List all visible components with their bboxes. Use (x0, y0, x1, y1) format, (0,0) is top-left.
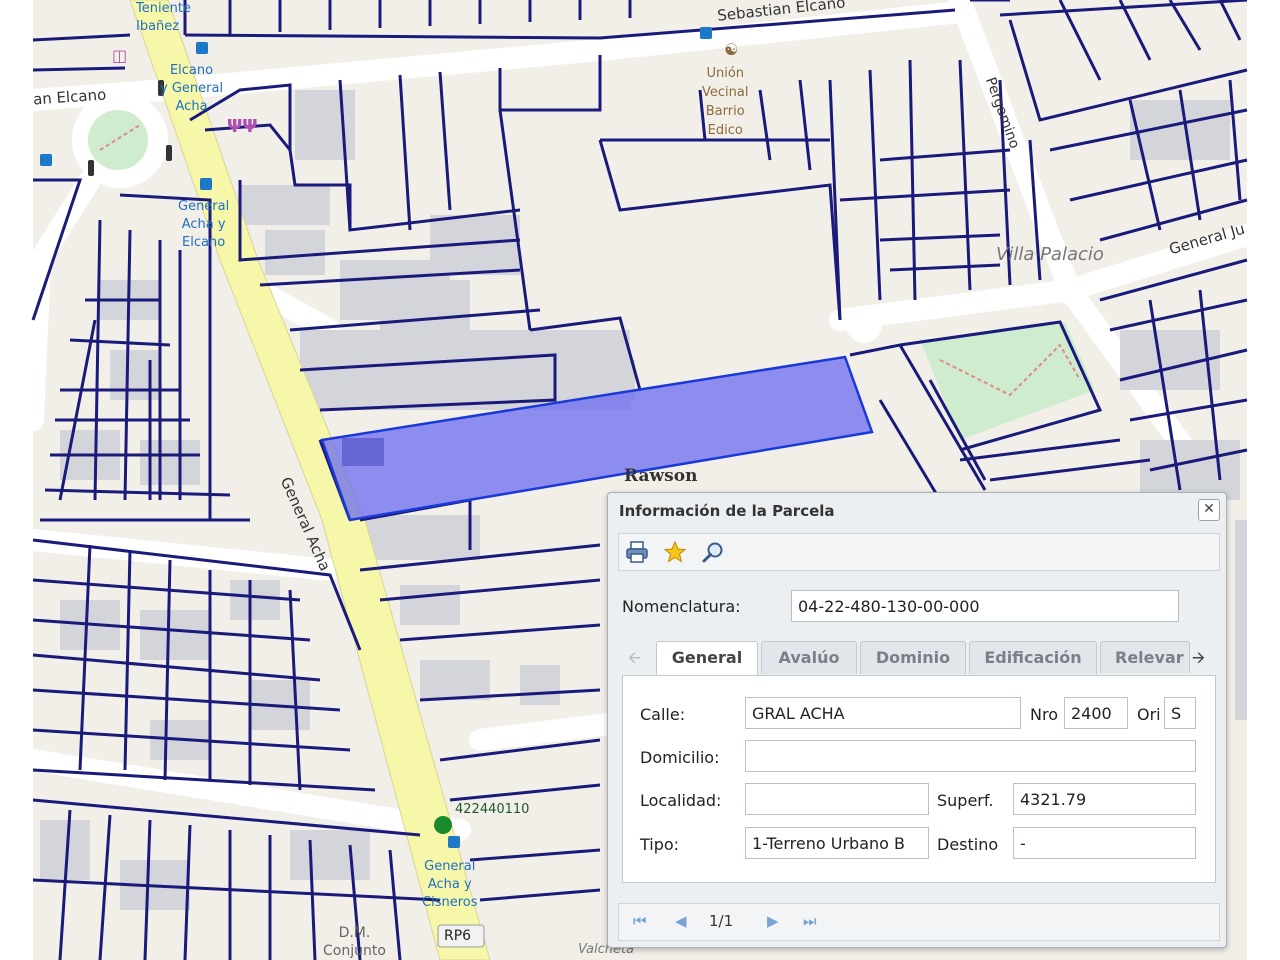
nomenclatura-field[interactable]: 04-22-480-130-00-000 (791, 590, 1179, 622)
tab-general[interactable]: General (656, 641, 758, 676)
poi-line: Acha y (181, 217, 226, 232)
ori-label: Ori (1137, 705, 1161, 724)
prev-page-icon[interactable]: ◀ (675, 912, 687, 930)
poi-general-acha-y-elcano: General Acha y Elcano (178, 198, 229, 252)
calle-label: Calle: (640, 705, 686, 724)
poi-line: Acha y (427, 877, 472, 892)
poi-line: Elcano (182, 235, 226, 250)
tab-scroll-left-icon[interactable]: 🡨 (628, 647, 641, 674)
tab-avaluo[interactable]: Avalúo (761, 641, 857, 674)
road-shield-rp6: RP6 (444, 928, 472, 944)
poi-general-acha-y-cisneros: General Acha y Cisneros (422, 858, 478, 912)
poi-line: D.M. (338, 925, 371, 941)
nro-label: Nro (1030, 705, 1058, 724)
poi-line: Cisneros (422, 895, 478, 910)
shopping-basket-icon[interactable]: ◫ (112, 46, 127, 65)
poi-line: Edico (707, 123, 743, 138)
restaurant-icon[interactable]: ΨΨ (227, 116, 258, 137)
poi-line: Teniente (136, 1, 191, 16)
star-icon[interactable] (663, 540, 687, 564)
poi-line: Acha (175, 99, 208, 114)
poi-teniente-ibanez: Teniente Ibañez (136, 0, 191, 36)
poi-line: Barrio (705, 104, 745, 119)
poi-line: Vecinal (702, 85, 749, 100)
bus-stop-icon[interactable] (196, 42, 208, 54)
ori-field[interactable]: S (1164, 697, 1196, 729)
dialog-toolbar (618, 533, 1220, 571)
place-label-rawson: Rawson (624, 466, 698, 486)
poi-union-vecinal: Unión Vecinal Barrio Edico (702, 64, 748, 140)
localidad-field[interactable] (745, 783, 929, 815)
poi-line: General (178, 199, 230, 214)
domicilio-label: Domicilio: (640, 748, 720, 767)
poi-line: General (424, 859, 476, 874)
nomenclatura-label: Nomenclatura: (622, 597, 741, 616)
pager-toolbar: ⏮ ◀ 1/1 ▶ ⏭ (618, 903, 1220, 941)
general-tab-panel: Calle: GRAL ACHA Nro 2400 Ori S Domicili… (622, 675, 1216, 883)
tab-edificacion[interactable]: Edificación (969, 641, 1097, 674)
calle-field[interactable]: GRAL ACHA (745, 697, 1021, 729)
destino-label: Destino (937, 835, 999, 854)
poi-line: Ibañez (136, 19, 180, 34)
parcel-info-dialog[interactable]: Información de la Parcela ✕ Nomenclatura… (607, 492, 1227, 948)
superf-label: Superf. (937, 791, 994, 810)
superf-field[interactable]: 4321.79 (1013, 783, 1196, 815)
place-label-villa-palacio: Villa Palacio (996, 244, 1104, 265)
dialog-title: Información de la Parcela (619, 502, 835, 520)
tab-bar: 🡨 General Avalúo Dominio Edificación Rel… (622, 641, 1214, 676)
bus-stop-icon[interactable] (448, 836, 460, 848)
tab-dominio[interactable]: Dominio (860, 641, 966, 674)
bus-stop-code: 422440110 (455, 802, 530, 817)
print-icon[interactable] (625, 540, 649, 564)
bus-stop-icon[interactable] (700, 27, 712, 39)
destino-field[interactable]: - (1013, 827, 1196, 859)
localidad-label: Localidad: (640, 791, 722, 810)
domicilio-field[interactable] (745, 740, 1196, 772)
bus-stop-icon[interactable] (40, 154, 52, 166)
poi-line: Unión (706, 66, 745, 81)
zoom-icon[interactable] (701, 540, 725, 564)
poi-line: Elcano (169, 63, 214, 78)
tipo-field[interactable]: 1-Terreno Urbano B (745, 827, 929, 859)
bus-stop-icon[interactable] (200, 178, 212, 190)
poi-elcano-y-general-acha: Elcano y General Acha (160, 62, 223, 116)
tab-scroll-right-icon[interactable]: 🡪 (1192, 647, 1205, 674)
tab-relevar[interactable]: Relevar (1100, 641, 1190, 673)
poi-line: Conjunto (323, 943, 386, 959)
nro-field[interactable]: 2400 (1064, 697, 1128, 729)
last-page-icon[interactable]: ⏭ (803, 912, 817, 930)
first-page-icon[interactable]: ⏮ (633, 912, 647, 930)
poi-dm-conjunto: D.M. Conjunto (323, 924, 386, 960)
next-page-icon[interactable]: ▶ (767, 912, 779, 930)
close-icon[interactable]: ✕ (1198, 499, 1220, 521)
page-indicator: 1/1 (709, 912, 734, 930)
poi-line: y General (160, 81, 224, 96)
community-center-icon[interactable]: ☯ (724, 40, 738, 59)
tipo-label: Tipo: (640, 835, 680, 854)
